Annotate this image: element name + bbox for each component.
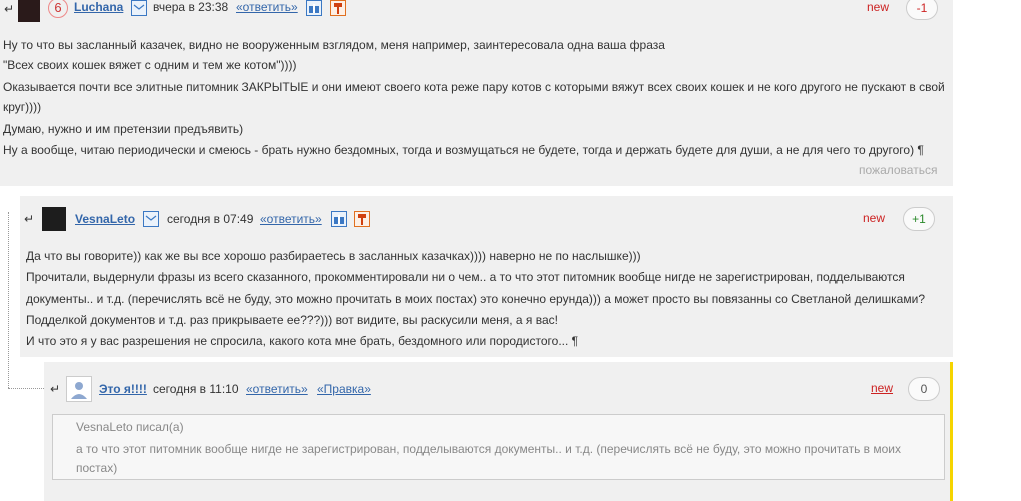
vote-counter[interactable]: 0 (908, 377, 940, 401)
quote-text-line: постах) (76, 461, 118, 475)
comment-text-line: Подделкой документов и т.д. раз прикрыва… (26, 313, 559, 327)
comment-text-line: Ну то что вы засланный казачек, видно не… (3, 38, 665, 52)
comment-date: вчера в 23:38 (153, 0, 229, 14)
reply-button[interactable]: «ответить» (246, 382, 308, 396)
author-link[interactable]: Это я!!!! (99, 382, 147, 396)
avatar (18, 0, 40, 22)
gift-icon[interactable] (306, 0, 322, 16)
reply-arrow-icon: ↵ (4, 2, 15, 16)
vote-counter[interactable]: -1 (906, 0, 938, 20)
comment-text-line: "Всех своих кошек вяжет с одним и тем же… (3, 58, 297, 72)
hammer-icon[interactable] (354, 211, 370, 227)
avatar (42, 207, 66, 231)
comment-date: сегодня в 07:49 (167, 212, 254, 226)
new-badge: new (863, 211, 886, 225)
mail-icon[interactable] (131, 0, 147, 16)
comment-text-line: Да что вы говорите)) как же вы все хорош… (26, 249, 641, 263)
comment-date: сегодня в 11:10 (153, 382, 239, 396)
reply-arrow-icon: ↵ (50, 382, 61, 396)
vote-counter[interactable]: +1 (903, 207, 935, 231)
thread-line (8, 212, 9, 388)
comment-text-line: круг)))) (3, 100, 42, 114)
reply-button[interactable]: «ответить» (260, 212, 322, 226)
comment-text-line: документы.. и т.д. (перечислять всё не б… (26, 292, 925, 306)
gift-icon[interactable] (331, 211, 347, 227)
mail-icon[interactable] (143, 211, 159, 227)
avatar (66, 376, 92, 402)
comment-text-line: И что это я у вас разрешения не спросила… (26, 334, 579, 348)
highlight-bar (950, 362, 953, 501)
reply-button[interactable]: «ответить» (236, 0, 298, 14)
author-link[interactable]: Luchana (74, 0, 123, 14)
comment-text-line: Думаю, нужно и им претензии предъявить) (3, 122, 244, 136)
complain-link[interactable]: пожаловаться (859, 163, 937, 177)
reply-arrow-icon: ↵ (24, 212, 35, 226)
quote-author: VesnaLeto писал(а) (76, 420, 184, 434)
new-badge[interactable]: new (871, 381, 893, 395)
quote-text-line: а то что этот питомник вообще нигде не з… (76, 442, 901, 456)
comment-text-line: Оказывается почти все элитные питомник З… (3, 80, 945, 94)
comment-text-line: Прочитали, выдернули фразы из всего сказ… (26, 270, 905, 284)
edit-button[interactable]: «Правка» (317, 382, 371, 396)
author-link[interactable]: VesnaLeto (75, 212, 135, 226)
hammer-icon[interactable] (330, 0, 346, 16)
comment-text-line: Ну а вообще, читаю периодически и смеюсь… (3, 143, 924, 157)
thread-line (8, 388, 44, 389)
new-badge: new (867, 0, 890, 14)
